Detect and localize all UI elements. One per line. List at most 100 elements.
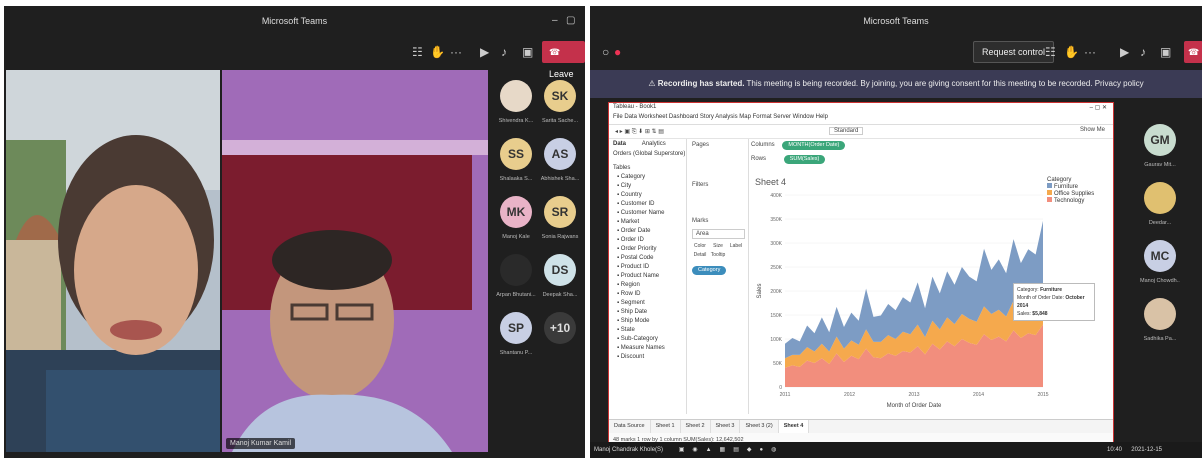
show-me-button[interactable]: Show Me	[1080, 127, 1105, 133]
reactions-icon[interactable]: ✋	[430, 45, 445, 59]
field-item[interactable]: ▪ City	[609, 182, 686, 191]
columns-pill[interactable]: MONTH(Order Date)	[782, 141, 846, 150]
x-tick-label: 2015	[1037, 392, 1048, 398]
camera-icon[interactable]: ▶	[480, 45, 489, 59]
maximize-icon[interactable]: ▢	[566, 6, 575, 36]
leave-button[interactable]: ☎ Leave	[542, 41, 585, 79]
mic-icon[interactable]: ♪	[501, 45, 507, 59]
participant-tile[interactable]: Arpan Bhutani...	[496, 254, 536, 308]
participant-name: Shivendra K...	[498, 118, 534, 124]
sheet-tab[interactable]: Sheet 3	[711, 420, 741, 433]
leave-button[interactable]: ☎	[1184, 41, 1202, 63]
participant-tile[interactable]: Deedar...	[1140, 182, 1180, 236]
avatar: AS	[544, 138, 576, 170]
field-item[interactable]: ▪ Order Date	[609, 227, 686, 236]
participant-tile[interactable]: SK Sarita Sache...	[540, 80, 580, 134]
legend-swatch	[1047, 197, 1052, 202]
participants-icon[interactable]: ☷	[1045, 45, 1056, 59]
participant-tile[interactable]: SS Shalaaka S...	[496, 138, 536, 192]
participant-tile[interactable]: SP Shantanu P...	[496, 312, 536, 366]
mic-icon[interactable]: ♪	[1140, 45, 1146, 59]
rows-shelf[interactable]: Rows SUM(Sales)	[751, 155, 1109, 167]
tooltip-label: Sales:	[1017, 311, 1031, 317]
participant-tile[interactable]: Shivendra K...	[496, 80, 536, 134]
participant-tile[interactable]: SR Sonia Rajwans	[540, 196, 580, 250]
datasource-name[interactable]: Orders (Global Superstore)	[609, 149, 686, 159]
y-tick-label: 250K	[770, 265, 782, 271]
taskbar-search[interactable]: Manoj Chandrak Khole(S)	[594, 447, 663, 453]
field-item[interactable]: ▪ Ship Mode	[609, 317, 686, 326]
more-icon[interactable]: ···	[1084, 45, 1096, 59]
participant-tile[interactable]: MC Manoj Chowdh...	[1140, 240, 1180, 294]
field-item[interactable]: ▪ State	[609, 326, 686, 335]
more-icon[interactable]: ···	[450, 45, 462, 59]
participant-tile[interactable]: AS Abhishek Sha...	[540, 138, 580, 192]
field-item[interactable]: ▪ Measure Names	[609, 344, 686, 353]
reactions-icon[interactable]: ✋	[1064, 45, 1079, 59]
filters-shelf[interactable]: Filters	[689, 179, 748, 191]
field-item[interactable]: ▪ Ship Date	[609, 308, 686, 317]
participant-tile[interactable]: +10	[540, 312, 580, 366]
marks-button[interactable]: Tooltip	[709, 252, 727, 258]
request-control-button[interactable]: Request control	[973, 41, 1055, 63]
field-item[interactable]: ▪ Product ID	[609, 263, 686, 272]
fit-dropdown[interactable]: Standard	[829, 127, 864, 135]
pages-shelf[interactable]: Pages	[689, 139, 748, 151]
minimize-icon[interactable]: –	[552, 6, 558, 36]
rows-pill[interactable]: SUM(Sales)	[783, 155, 826, 164]
share-icon[interactable]: ▣	[522, 45, 533, 59]
columns-shelf[interactable]: Columns MONTH(Order Date)	[751, 141, 1109, 153]
y-tick-label: 0	[779, 385, 782, 391]
legend-item[interactable]: Technology	[1047, 197, 1094, 204]
timer-icon: ○	[602, 45, 610, 59]
sheet-tab[interactable]: Sheet 1	[651, 420, 681, 433]
data-tab[interactable]: Data	[613, 141, 626, 147]
tableau-menu[interactable]: File Data Worksheet Dashboard Story Anal…	[613, 114, 828, 120]
tableau-tool-icons[interactable]: ◂ ▸ ▣ ⎘ ⬇ ⊞ ⇅ ▤	[615, 128, 664, 136]
avatar: MK	[500, 196, 532, 228]
marks-button[interactable]: Size	[709, 243, 727, 249]
participant-tile[interactable]: DS Deepak Sha...	[540, 254, 580, 308]
legend-items: Furniture Office Supplies Technology	[1047, 183, 1094, 204]
field-item[interactable]: ▪ Category	[609, 173, 686, 182]
marks-button[interactable]: Detail	[691, 252, 709, 258]
share-icon[interactable]: ▣	[1160, 45, 1171, 59]
participants-icon[interactable]: ☷	[412, 45, 423, 59]
marks-color-pill[interactable]: Category	[692, 266, 727, 275]
mark-type-dropdown[interactable]: Area	[692, 229, 745, 239]
participant-tile[interactable]: Sadhika Pa...	[1140, 298, 1180, 352]
field-item[interactable]: ▪ Row ID	[609, 290, 686, 299]
camera-icon[interactable]: ▶	[1120, 45, 1129, 59]
field-item[interactable]: ▪ Customer ID	[609, 200, 686, 209]
legend-item[interactable]: Furniture	[1047, 183, 1094, 190]
field-item[interactable]: ▪ Postal Code	[609, 254, 686, 263]
field-item[interactable]: ▪ Market	[609, 218, 686, 227]
sheet-tab[interactable]: Sheet 3 (2)	[740, 420, 779, 433]
field-item[interactable]: ▪ Segment	[609, 299, 686, 308]
field-item[interactable]: ▪ Country	[609, 191, 686, 200]
field-item[interactable]: ▪ Customer Name	[609, 209, 686, 218]
participant-tile[interactable]: GM Gaurav Mit...	[1140, 124, 1180, 178]
participant-name: Sonia Rajwans	[541, 234, 579, 240]
field-item[interactable]: ▪ Order Priority	[609, 245, 686, 254]
field-item[interactable]: ▪ Sub-Category	[609, 335, 686, 344]
participant-tile[interactable]: MK Manoj Kale	[496, 196, 536, 250]
tableau-window-controls[interactable]: – ▢ ✕	[1090, 104, 1107, 111]
sheet-tab[interactable]: Data Source	[609, 420, 651, 433]
legend-item[interactable]: Office Supplies	[1047, 190, 1094, 197]
field-item[interactable]: ▪ Product Name	[609, 272, 686, 281]
field-item[interactable]: ▪ Order ID	[609, 236, 686, 245]
marks-button[interactable]: Color	[691, 243, 709, 249]
marks-button[interactable]: Label	[727, 243, 745, 249]
taskbar-time: 10:40	[1106, 447, 1122, 453]
shared-screen-tableau: Tableau - Book1 File Data Worksheet Dash…	[608, 102, 1114, 448]
sheet-tab[interactable]: Sheet 2	[681, 420, 711, 433]
field-item[interactable]: ▪ Discount	[609, 353, 686, 362]
field-item[interactable]: ▪ Region	[609, 281, 686, 290]
tooltip-label: Month of Order Date:	[1017, 295, 1064, 301]
analytics-tab[interactable]: Analytics	[642, 141, 666, 147]
y-tick-label: 100K	[770, 337, 782, 343]
taskbar-app-icons[interactable]: ▣◉▲▦▤◆●◍	[679, 447, 785, 453]
sheet-tab[interactable]: Sheet 4	[778, 420, 810, 433]
sheet-tab-bar: Data Source Sheet 1 Sheet 2 Sheet 3 Sheet 3 …	[609, 419, 1113, 433]
